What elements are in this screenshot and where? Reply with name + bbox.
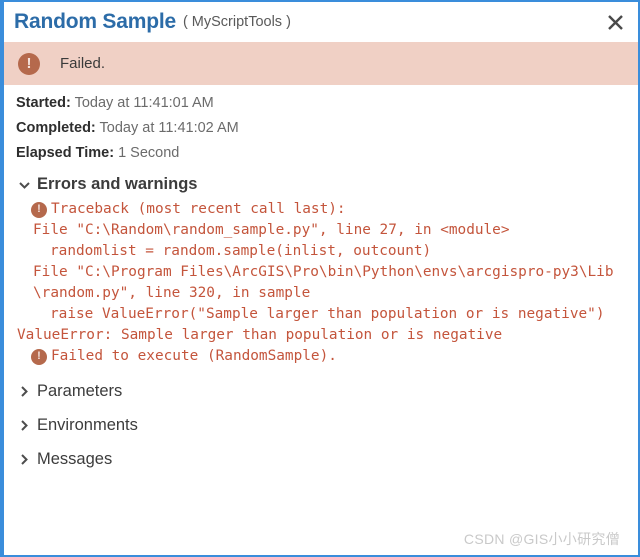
completed-label: Completed: <box>16 120 96 136</box>
close-icon <box>607 14 624 31</box>
results-content: Started: Today at 11:41:01 AM Completed:… <box>4 85 638 469</box>
chevron-right-icon <box>16 420 32 431</box>
window-titlebar: Random Sample ( MyScriptTools ) <box>4 2 638 42</box>
watermark: CSDN @GIS小小研究僧 <box>463 531 620 547</box>
error-icon-glyph: ! <box>37 203 41 215</box>
traceback-line-text: Traceback (most recent call last): <box>51 201 346 217</box>
started-label: Started: <box>16 95 71 111</box>
section-label: Parameters <box>37 382 123 400</box>
elapsed-label: Elapsed Time: <box>16 145 115 161</box>
traceback-output: ! Traceback (most recent call last): File … <box>16 199 628 367</box>
section-parameters[interactable]: Parameters <box>16 382 628 401</box>
traceback-line-text: Failed to execute (RandomSample). <box>51 348 337 364</box>
chevron-right-icon <box>16 454 32 465</box>
section-label: Messages <box>37 450 113 468</box>
section-errors-and-warnings[interactable]: Errors and warnings <box>16 175 628 194</box>
chevron-right-icon <box>16 386 32 397</box>
started-row: Started: Today at 11:41:01 AM <box>16 95 628 111</box>
error-icon-glyph: ! <box>26 54 32 72</box>
error-icon: ! <box>31 202 47 218</box>
started-value: Today at 11:41:01 AM <box>74 95 214 111</box>
traceback-line-text: randomlist = random.sample(inlist, outco… <box>50 243 432 259</box>
traceback-line: ! Failed to execute (RandomSample). <box>17 346 628 367</box>
status-badge: Failed. <box>60 55 106 72</box>
completed-row: Completed: Today at 11:41:02 AM <box>16 120 628 136</box>
elapsed-row: Elapsed Time: 1 Second <box>16 145 628 161</box>
traceback-line-text: File "C:\Program Files\ArcGIS\Pro\bin\Py… <box>33 264 614 301</box>
section-messages[interactable]: Messages <box>16 450 628 469</box>
traceback-line-text: raise ValueError("Sample larger than pop… <box>50 306 605 322</box>
error-icon: ! <box>31 349 47 365</box>
section-errors-label: Errors and warnings <box>37 175 198 193</box>
elapsed-value: 1 Second <box>118 145 180 161</box>
section-label: Environments <box>37 416 138 434</box>
traceback-line: randomlist = random.sample(inlist, outco… <box>17 241 628 262</box>
error-icon-glyph: ! <box>37 350 41 362</box>
traceback-line: ! Traceback (most recent call last): <box>17 199 628 220</box>
section-environments[interactable]: Environments <box>16 416 628 435</box>
error-icon: ! <box>18 52 40 75</box>
page-title: Random Sample <box>14 10 176 33</box>
completed-value: Today at 11:41:02 AM <box>99 120 239 136</box>
traceback-line-text: File "C:\Random\random_sample.py", line … <box>33 222 510 238</box>
traceback-line: File "C:\Random\random_sample.py", line … <box>17 220 628 241</box>
traceback-line: ValueError: Sample larger than populatio… <box>17 325 628 346</box>
collapsed-sections-list: Parameters Environments Messages <box>16 382 628 469</box>
traceback-line-text: ValueError: Sample larger than populatio… <box>17 327 503 343</box>
tool-results-window: Random Sample ( MyScriptTools ) ! Failed… <box>0 0 640 557</box>
toolbox-name: ( MyScriptTools ) <box>182 14 291 30</box>
traceback-line: File "C:\Program Files\ArcGIS\Pro\bin\Py… <box>17 262 628 304</box>
chevron-down-icon <box>16 181 32 189</box>
traceback-line: raise ValueError("Sample larger than pop… <box>17 304 628 325</box>
close-button[interactable] <box>602 9 628 35</box>
status-banner: ! Failed. <box>4 42 638 85</box>
